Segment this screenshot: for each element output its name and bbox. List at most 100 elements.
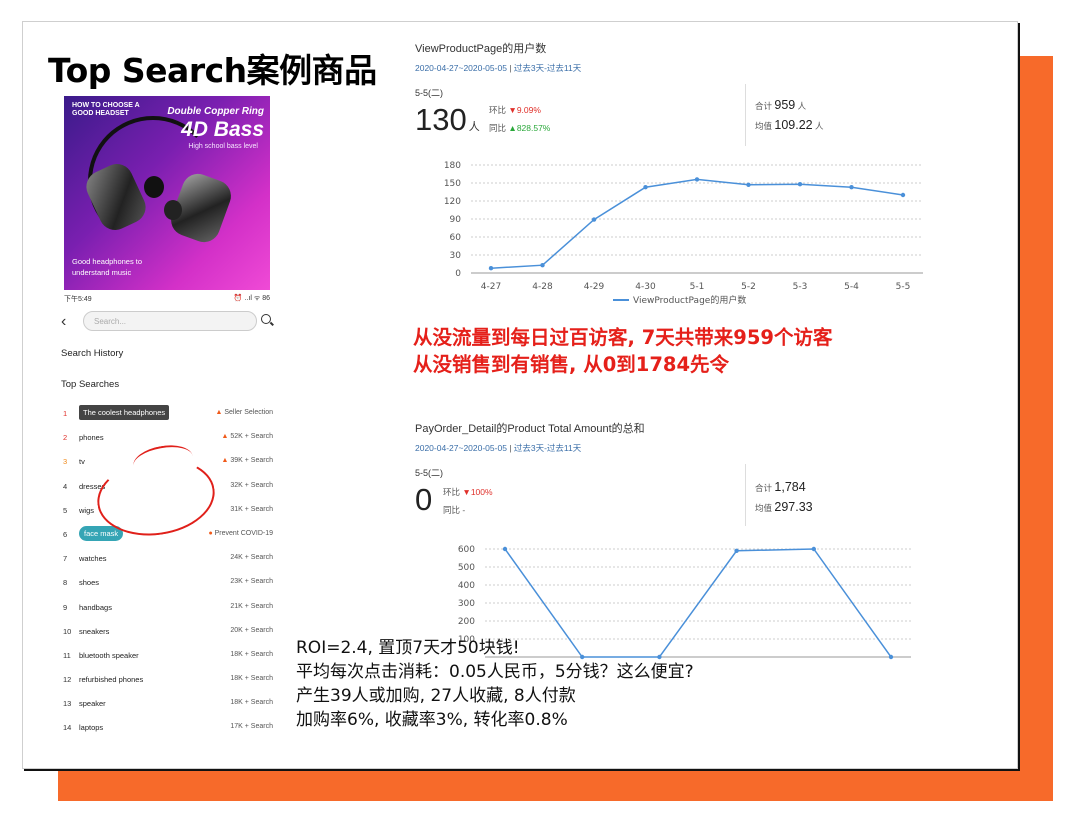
x-tick-label: 5-5	[896, 282, 911, 292]
data-point	[746, 182, 751, 187]
list-item[interactable]: 12 refurbished phones 18K + Search	[61, 668, 273, 692]
notes-block: ROI=2.4, 置顶7天才50块钱! 平均每次点击消耗：0.05人民币，5分钱…	[296, 636, 694, 732]
data-point	[888, 654, 894, 660]
chart2-value: 0	[415, 482, 433, 517]
search-meta: 32K + Search	[230, 482, 273, 489]
chart1-subtitle: 2020-04-27~2020-05-05 | 过去3天-过去11天	[415, 63, 582, 73]
search-meta-text: 24K + Search	[230, 554, 273, 562]
data-point	[900, 192, 906, 198]
y-tick-label: 30	[450, 251, 462, 261]
y-tick-label: 150	[444, 179, 461, 189]
headline-line1: 从没流量到每日过百访客, 7天共带来959个访客	[413, 326, 833, 349]
search-meta: 20K + Search	[230, 627, 273, 634]
search-meta: 31K + Search	[230, 506, 273, 513]
rank-number: 9	[63, 602, 68, 612]
rank-number: 5	[63, 505, 68, 515]
y-tick-label: 90	[450, 215, 462, 225]
chart1-line-chart: 0 30 60 90 120 150 180 4-27 4-28 4-29 4-30 5-1 5-2 5-…	[444, 161, 923, 306]
chart1-tb: 同比 ▲828.57%	[489, 123, 551, 133]
search-meta: 18K + Search	[230, 675, 273, 682]
y-tick-label: 0	[455, 269, 461, 279]
back-chevron-icon[interactable]: ‹	[61, 313, 66, 331]
rank-number: 8	[63, 578, 68, 588]
search-meta: 18K + Search	[230, 699, 273, 706]
search-meta-text: 18K + Search	[230, 675, 273, 683]
data-point	[502, 546, 508, 552]
search-meta: ▲ 39K + Search	[222, 457, 274, 464]
chart2-date: 5-5(二)	[415, 468, 444, 478]
x-tick-label: 5-2	[741, 282, 756, 292]
notes-line1: ROI=2.4, 置顶7天才50块钱!	[296, 638, 520, 658]
phone-screenshot: HOW TO CHOOSE A GOOD HEADSET Double Copp…	[57, 94, 277, 768]
headline-line2: 从没销售到有销售, 从0到1784先令	[413, 353, 730, 376]
rank-number: 14	[63, 723, 72, 733]
list-item[interactable]: 14 laptops 17K + Search	[61, 716, 273, 740]
rank-number: 4	[63, 481, 68, 491]
chart2-range-links[interactable]: 过去3天-过去11天	[514, 443, 581, 453]
search-keyword[interactable]: speaker	[79, 699, 106, 708]
search-keyword[interactable]: sneakers	[79, 627, 109, 636]
headline: 从没流量到每日过百访客, 7天共带来959个访客 从没销售到有销售, 从0到17…	[413, 324, 832, 378]
chart1-range-links[interactable]: 过去3天-过去11天	[514, 63, 581, 73]
data-point	[643, 185, 648, 190]
search-meta-text: 23K + Search	[230, 578, 273, 586]
chart1-value: 130 人	[415, 102, 480, 137]
product-ad-image[interactable]: HOW TO CHOOSE A GOOD HEADSET Double Copp…	[64, 96, 270, 290]
search-meta: ● Prevent COVID-19	[208, 530, 273, 537]
y-tick-label: 400	[458, 581, 475, 591]
search-meta: 21K + Search	[230, 603, 273, 610]
ad-howto-text: HOW TO CHOOSE A GOOD HEADSET	[72, 102, 140, 117]
x-tick-label: 4-28	[532, 282, 553, 292]
data-point	[849, 185, 854, 190]
rank-number: 11	[63, 650, 71, 660]
x-tick-label: 5-3	[793, 282, 808, 292]
data-point	[488, 266, 494, 271]
list-item[interactable]: 7 watches 24K + Search	[61, 547, 273, 571]
chart2-title: PayOrder_Detail的Product Total Amount的总和	[415, 423, 645, 435]
chart1-sum: 合计 959 人	[755, 98, 807, 112]
data-point	[734, 548, 739, 553]
search-row: ‹ Search...	[57, 311, 277, 333]
data-point	[811, 546, 816, 552]
search-keyword[interactable]: shoes	[79, 578, 99, 587]
search-icon[interactable]	[261, 314, 271, 324]
search-meta-text: 52K + Search	[230, 433, 273, 441]
list-item[interactable]: 8 shoes 23K + Search	[61, 571, 273, 595]
search-keyword[interactable]: phones	[79, 433, 104, 442]
search-meta: 18K + Search	[230, 651, 273, 658]
rank-number: 3	[63, 457, 68, 467]
search-keyword[interactable]: refurbished phones	[79, 675, 143, 684]
top-searches-label: Top Searches	[61, 379, 120, 390]
search-meta: 17K + Search	[230, 723, 273, 730]
search-keyword[interactable]: handbags	[79, 603, 112, 612]
search-keyword[interactable]: The coolest headphones	[79, 405, 170, 420]
y-tick-label: 600	[458, 545, 475, 555]
rank-number: 6	[63, 529, 68, 539]
list-item[interactable]: 10 sneakers 20K + Search	[61, 620, 273, 644]
earbud-tip	[164, 200, 182, 220]
list-item[interactable]: 1 The coolest headphones ▲ Seller Selectio…	[61, 402, 273, 426]
chart2-range[interactable]: 2020-04-27~2020-05-05	[415, 443, 507, 453]
x-tick-label: 5-4	[844, 282, 859, 292]
chart2-sum: 合计 1,784	[755, 480, 806, 494]
chart1-hb: 环比 ▼9.09%	[489, 105, 541, 115]
search-keyword[interactable]: laptops	[79, 723, 103, 732]
search-keyword[interactable]: watches	[79, 554, 107, 563]
list-item[interactable]: 9 handbags 21K + Search	[61, 596, 273, 620]
search-meta: 24K + Search	[230, 554, 273, 561]
rank-number: 1	[63, 409, 68, 418]
search-keyword[interactable]: bluetooth speaker	[79, 651, 139, 660]
ad-level-text: High school bass level	[188, 143, 258, 150]
list-item[interactable]: 13 speaker 18K + Search	[61, 692, 273, 716]
search-meta-text: 20K + Search	[230, 626, 273, 634]
chart1-range[interactable]: 2020-04-27~2020-05-05	[415, 63, 507, 73]
list-item[interactable]: 11 bluetooth speaker 18K + Search	[61, 644, 273, 668]
search-meta-text: 39K + Search	[230, 457, 273, 465]
search-keyword[interactable]: tv	[79, 457, 85, 466]
divider	[745, 464, 746, 526]
search-keyword[interactable]: wigs	[79, 506, 94, 515]
search-input[interactable]: Search...	[83, 311, 257, 331]
status-bar: 下午5:49 ⏰ ..ıl ᯤ 86	[64, 294, 270, 304]
y-tick-label: 500	[458, 563, 475, 573]
notes-line4: 加购率6%, 收藏率3%, 转化率0.8%	[296, 710, 568, 730]
